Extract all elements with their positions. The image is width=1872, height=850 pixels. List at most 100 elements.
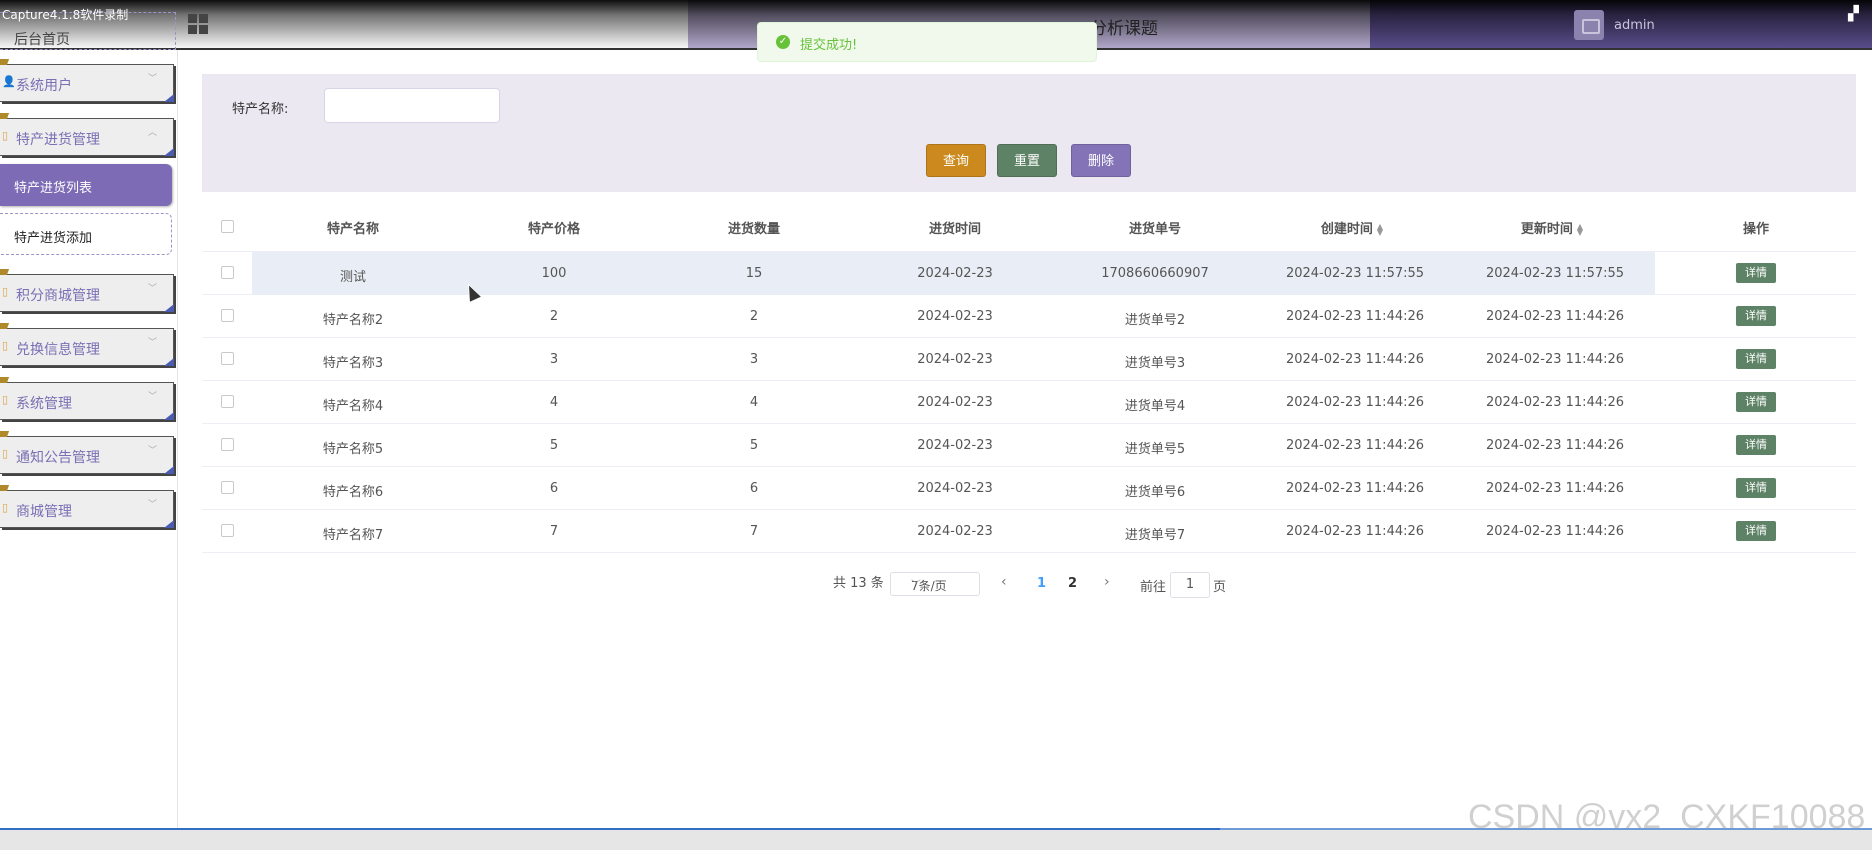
chevron-down-icon: ﹀ bbox=[147, 74, 157, 84]
sidebar-item-points-mall[interactable]: ▯ 积分商城管理 ﹀ bbox=[0, 269, 174, 312]
table-cell: 2 bbox=[549, 309, 559, 324]
prev-page-icon[interactable]: ‹ bbox=[1001, 574, 1007, 590]
select-all-checkbox[interactable] bbox=[221, 220, 234, 233]
table-cell: 4 bbox=[749, 395, 759, 410]
sidebar-item-system[interactable]: ▯ 系统管理 ﹀ bbox=[0, 377, 174, 420]
column-header-sortable[interactable]: 更新时间 ▲ ▼ bbox=[1521, 218, 1583, 237]
page-title: 分析课题 bbox=[1090, 19, 1158, 39]
detail-button[interactable]: 详情 bbox=[1736, 478, 1776, 498]
reset-button[interactable]: 重置 bbox=[997, 144, 1057, 177]
table-row[interactable]: 测试 100 15 2024-02-23 1708660660907 2024-02-23… bbox=[202, 252, 1856, 295]
page-size-select[interactable]: 7条/页 ﹀ bbox=[890, 572, 980, 596]
table-row[interactable]: 特产名称7 7 7 2024-02-23 进货单号7 2024-02-23 11:44:2… bbox=[202, 510, 1856, 553]
bottom-bar bbox=[0, 828, 1872, 850]
sidebar-item-label: 系统用户 bbox=[16, 78, 72, 94]
grid-corner-icon[interactable]: ▞ bbox=[1848, 6, 1866, 24]
detail-button[interactable]: 详情 bbox=[1736, 435, 1776, 455]
chevron-down-icon: ﹀ bbox=[147, 392, 157, 402]
table-cell: 2024-02-23 11:44:26 bbox=[1285, 438, 1425, 453]
menu-toggle-icon[interactable] bbox=[188, 14, 210, 36]
username[interactable]: admin bbox=[1614, 18, 1655, 33]
table-row[interactable]: 特产名称5 5 5 2024-02-23 进货单号5 2024-02-23 11:44:2… bbox=[202, 424, 1856, 467]
detail-button[interactable]: 详情 bbox=[1736, 349, 1776, 369]
sidebar-subitem-purchase-add[interactable]: 特产进货添加 bbox=[0, 213, 172, 255]
column-header: 特产名称 bbox=[326, 222, 380, 237]
sidebar-item-exchange[interactable]: ▯ 兑换信息管理 ﹀ bbox=[0, 323, 174, 366]
delete-button[interactable]: 删除 bbox=[1071, 144, 1131, 177]
table-cell: 特产名称7 bbox=[322, 528, 384, 543]
table-cell: 2024-02-23 11:44:26 bbox=[1485, 438, 1625, 453]
table-cell: 进货单号3 bbox=[1124, 356, 1186, 371]
folder-icon: ▯ bbox=[2, 285, 9, 298]
detail-button[interactable]: 详情 bbox=[1736, 263, 1776, 283]
table-cell: 5 bbox=[549, 438, 559, 453]
row-checkbox[interactable] bbox=[221, 438, 234, 451]
table-cell: 进货单号5 bbox=[1124, 442, 1186, 457]
table-cell: 2024-02-23 bbox=[917, 438, 993, 453]
sidebar-item-users[interactable]: 👤 系统用户 ﹀ bbox=[0, 59, 174, 102]
table-cell: 6 bbox=[749, 481, 759, 496]
sort-icon[interactable]: ▲ ▼ bbox=[1577, 222, 1583, 236]
success-toast: ✓ 提交成功! bbox=[757, 22, 1097, 62]
table-cell: 5 bbox=[749, 438, 759, 453]
sidebar-item-label: 系统管理 bbox=[16, 396, 72, 412]
sidebar-item-purchase[interactable]: ▯ 特产进货管理 ︿ bbox=[0, 113, 174, 156]
column-header: 特产价格 bbox=[527, 222, 581, 237]
table-row[interactable]: 特产名称4 4 4 2024-02-23 进货单号4 2024-02-23 11:44:2… bbox=[202, 381, 1856, 424]
table-cell: 特产名称4 bbox=[322, 399, 384, 414]
sidebar-item-notice[interactable]: ▯ 通知公告管理 ﹀ bbox=[0, 431, 174, 474]
sidebar-item-label: 通知公告管理 bbox=[16, 450, 100, 466]
table-cell: 6 bbox=[549, 481, 559, 496]
table-cell: 7 bbox=[749, 524, 759, 539]
table-cell: 15 bbox=[745, 266, 763, 281]
chevron-down-icon: ﹀ bbox=[147, 338, 157, 348]
table-cell: 2024-02-23 11:44:26 bbox=[1285, 395, 1425, 410]
query-button[interactable]: 查询 bbox=[926, 144, 986, 177]
table-row[interactable]: 特产名称2 2 2 2024-02-23 进货单号2 2024-02-23 11:44:2… bbox=[202, 295, 1856, 338]
column-header-sortable[interactable]: 创建时间 ▲ ▼ bbox=[1321, 218, 1383, 237]
column-header: 进货时间 bbox=[928, 222, 982, 237]
sidebar-subitem-purchase-list[interactable]: 特产进货列表 bbox=[0, 164, 172, 206]
page-number[interactable]: 1 bbox=[1037, 576, 1046, 591]
row-checkbox[interactable] bbox=[221, 266, 234, 279]
table-cell: 进货单号2 bbox=[1124, 313, 1186, 328]
sidebar-item-mall[interactable]: ▯ 商城管理 ﹀ bbox=[0, 485, 174, 528]
capture-label: Capture4.1.8软件录制 bbox=[2, 8, 129, 22]
row-checkbox[interactable] bbox=[221, 352, 234, 365]
detail-button[interactable]: 详情 bbox=[1736, 521, 1776, 541]
next-page-icon[interactable]: › bbox=[1104, 574, 1110, 590]
table-cell: 100 bbox=[541, 266, 567, 281]
detail-button[interactable]: 详情 bbox=[1736, 392, 1776, 412]
row-checkbox[interactable] bbox=[221, 524, 234, 537]
avatar-icon[interactable] bbox=[1574, 10, 1604, 40]
table-row[interactable]: 特产名称6 6 6 2024-02-23 进货单号6 2024-02-23 11:44:2… bbox=[202, 467, 1856, 510]
detail-button[interactable]: 详情 bbox=[1736, 306, 1776, 326]
row-checkbox[interactable] bbox=[221, 309, 234, 322]
page-number[interactable]: 2 bbox=[1068, 576, 1077, 591]
search-input[interactable] bbox=[324, 88, 500, 123]
table-cell: 特产名称2 bbox=[322, 313, 384, 328]
goto-page-input[interactable]: 1 bbox=[1170, 572, 1210, 598]
row-checkbox[interactable] bbox=[221, 395, 234, 408]
sidebar-subitem-label: 特产进货添加 bbox=[14, 231, 93, 246]
sidebar-item-label: 积分商城管理 bbox=[16, 288, 100, 304]
table-row[interactable]: 特产名称3 3 3 2024-02-23 进货单号3 2024-02-23 11:44:2… bbox=[202, 338, 1856, 381]
table-cell: 2024-02-23 11:44:26 bbox=[1285, 309, 1425, 324]
table-cell: 特产名称3 bbox=[322, 356, 384, 371]
column-header-label: 更新时间 bbox=[1520, 222, 1573, 237]
table-cell: 2024-02-23 bbox=[917, 352, 993, 367]
table-cell: 2024-02-23 11:44:26 bbox=[1285, 481, 1425, 496]
folder-icon: ▯ bbox=[2, 501, 9, 514]
table-cell: 1708660660907 bbox=[1101, 266, 1209, 281]
goto-suffix: 页 bbox=[1213, 580, 1227, 595]
folder-icon: ▯ bbox=[2, 339, 9, 352]
folder-icon: ▯ bbox=[2, 129, 9, 142]
chevron-up-icon: ︿ bbox=[147, 128, 157, 138]
table-cell: 3 bbox=[749, 352, 759, 367]
table-cell: 2024-02-23 11:44:26 bbox=[1485, 481, 1625, 496]
table-cell: 2024-02-23 bbox=[917, 481, 993, 496]
table-cell: 进货单号7 bbox=[1124, 528, 1186, 543]
sort-icon[interactable]: ▲ ▼ bbox=[1377, 222, 1383, 236]
row-checkbox[interactable] bbox=[221, 481, 234, 494]
sidebar-item-label: 商城管理 bbox=[16, 504, 72, 520]
